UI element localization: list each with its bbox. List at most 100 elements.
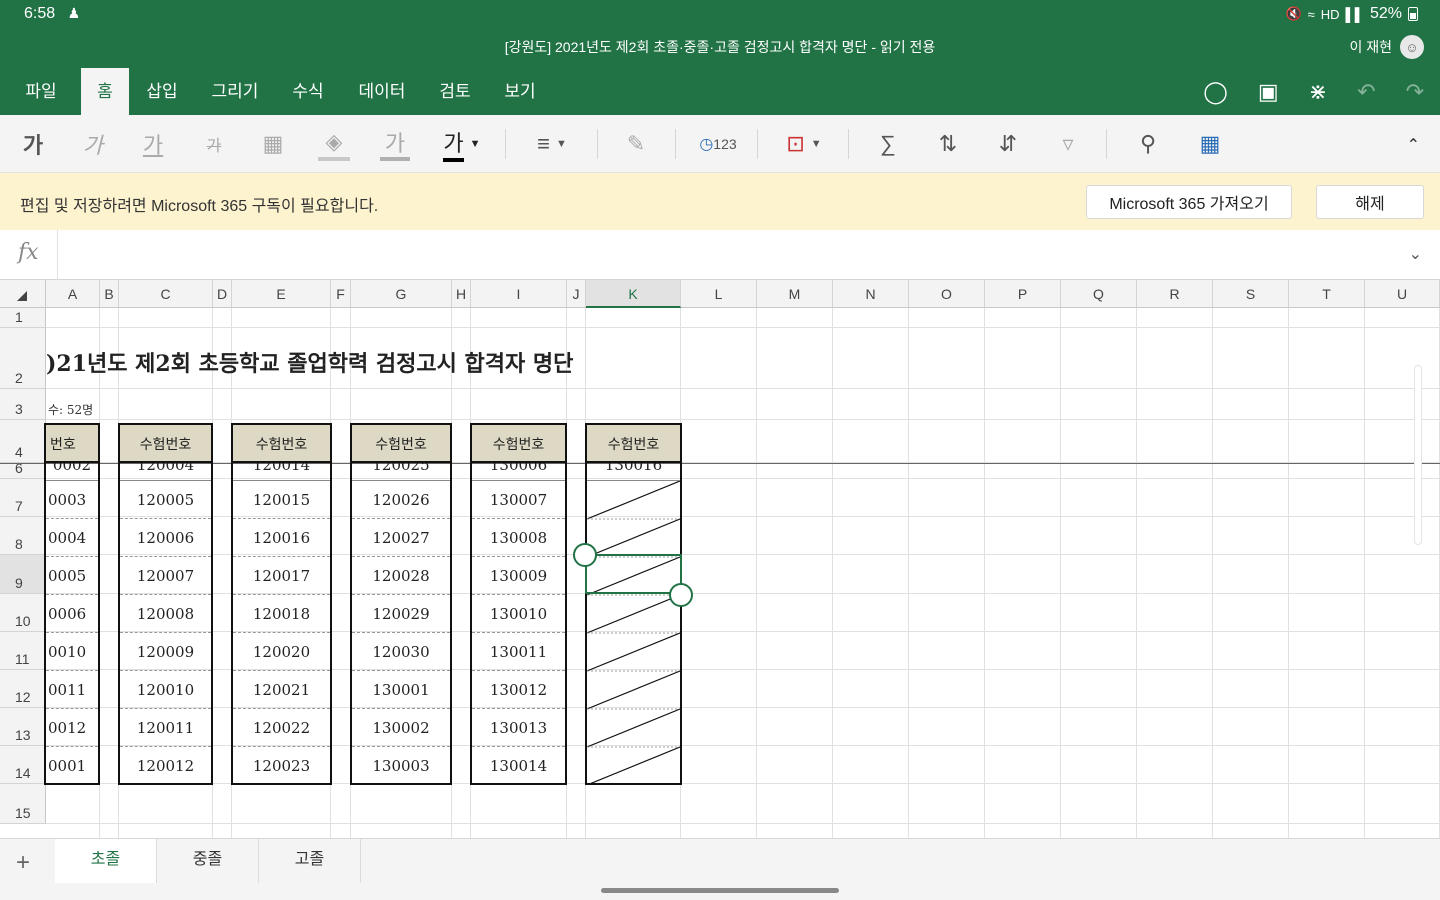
font-color-button[interactable]: 가 [380,127,410,161]
avatar[interactable]: ☺ [1400,35,1424,59]
column-header-c[interactable]: C [119,280,213,308]
exam-number-cell[interactable]: 130010 [472,595,565,633]
column-header-n[interactable]: N [833,280,909,308]
add-sheet-icon[interactable]: + [16,849,30,877]
exam-number-cell[interactable]: 0005 [46,557,98,595]
get-microsoft-365-button[interactable]: Microsoft 365 가져오기 [1086,185,1292,219]
column-header-b[interactable]: B [100,280,119,308]
exam-number-cell[interactable]: 0004 [46,519,98,557]
exam-number-cell[interactable]: 130012 [472,671,565,709]
selection-handle-bottom-right[interactable] [669,583,693,607]
exam-number-cell[interactable]: 130008 [472,519,565,557]
exam-number-cell[interactable]: 120008 [120,595,211,633]
row-header-13[interactable]: 13 [0,708,46,746]
column-header-k[interactable]: K [586,280,681,308]
column-header-j[interactable]: J [567,280,586,308]
font-color-dropdown[interactable]: 가 ▼ [440,127,484,162]
column-header-m[interactable]: M [757,280,833,308]
exam-number-cell[interactable]: 120020 [233,633,330,671]
exam-number-cell[interactable]: 120016 [233,519,330,557]
exam-number-header[interactable]: 번호 [46,425,98,463]
exam-number-cell[interactable]: 120017 [233,557,330,595]
undo-icon[interactable]: ↶ [1357,79,1375,105]
row-header-3[interactable]: 3 [0,389,46,420]
exam-number-cell[interactable]: 130011 [472,633,565,671]
exam-number-cell[interactable]: 0003 [46,481,98,519]
partial-row-cell[interactable]: 120014 [233,463,330,481]
tab-review[interactable]: 검토 [431,68,479,115]
row-header-2[interactable]: 2 [0,328,46,389]
tab-home[interactable]: 홈 [81,68,129,115]
exam-number-cell[interactable]: 130003 [352,747,450,785]
sort-descending-icon[interactable]: ⇵ [992,127,1024,161]
exam-number-header[interactable]: 수험번호 [587,425,680,463]
column-header-l[interactable]: L [681,280,757,308]
column-header-f[interactable]: F [331,280,351,308]
column-header-a[interactable]: A [46,280,100,308]
row-header-7[interactable]: 7 [0,479,46,517]
italic-button[interactable]: 가 [78,127,108,161]
exam-number-cell[interactable]: 0012 [46,709,98,747]
exam-number-cell[interactable]: 120027 [352,519,450,557]
formula-input[interactable] [70,242,1370,268]
tab-insert[interactable]: 삽입 [138,68,186,115]
chevron-down-icon[interactable]: ⌄ [1409,244,1422,264]
exam-number-cell[interactable]: 130014 [472,747,565,785]
strikethrough-button[interactable]: 가 [198,127,230,161]
column-header-o[interactable]: O [909,280,985,308]
partial-row-cell[interactable]: 120025 [352,463,450,481]
exam-number-cell[interactable]: 120012 [120,747,211,785]
exam-number-header[interactable]: 수험번호 [472,425,565,463]
exam-number-cell[interactable]: 120021 [233,671,330,709]
sheet-tab-middle[interactable]: 중졸 [157,839,259,883]
exam-number-cell[interactable]: 130013 [472,709,565,747]
partial-row-cell[interactable]: 0002 [46,463,98,481]
row-header-4[interactable]: 4 [0,420,46,463]
underline-button[interactable]: 가 [138,127,168,161]
column-header-u[interactable]: U [1365,280,1440,308]
row-header-15[interactable]: 15 [0,784,46,824]
partial-row-cell[interactable]: 120004 [120,463,211,481]
exam-number-cell[interactable]: 130009 [472,557,565,595]
row-header-6[interactable]: 6 [0,460,46,479]
exam-number-cell[interactable]: 0001 [46,747,98,785]
column-header-e[interactable]: E [232,280,331,308]
exam-number-cell[interactable]: 130007 [472,481,565,519]
exam-number-header[interactable]: 수험번호 [352,425,450,463]
dismiss-button[interactable]: 해제 [1316,185,1424,219]
chevron-up-icon[interactable]: ⌃ [1407,135,1420,155]
exam-number-cell[interactable]: 120007 [120,557,211,595]
bold-button[interactable]: 가 [18,127,48,161]
exam-number-cell[interactable]: 120023 [233,747,330,785]
sheet-title-cell[interactable]: )21년도 제2회 초등학교 졸업학력 검정고시 합격자 명단 [46,346,746,378]
column-header-i[interactable]: I [471,280,567,308]
row-header-10[interactable]: 10 [0,594,46,632]
exam-number-cell[interactable]: 120010 [120,671,211,709]
exam-number-header[interactable]: 수험번호 [233,425,330,463]
exam-number-cell[interactable]: 120029 [352,595,450,633]
filter-icon[interactable]: ▿ [1052,127,1084,161]
column-header-t[interactable]: T [1289,280,1365,308]
column-header-g[interactable]: G [351,280,452,308]
exam-number-cell[interactable]: 120018 [233,595,330,633]
row-header-8[interactable]: 8 [0,517,46,555]
exam-number-cell[interactable]: 120015 [233,481,330,519]
tab-view[interactable]: 보기 [496,68,544,115]
tab-draw[interactable]: 그리기 [203,68,267,115]
tab-formulas[interactable]: 수식 [284,68,332,115]
exam-number-cell[interactable]: 0006 [46,595,98,633]
exam-number-header[interactable]: 수험번호 [120,425,211,463]
exam-number-cell[interactable]: 130002 [352,709,450,747]
row-header-12[interactable]: 12 [0,670,46,708]
pass-count-cell[interactable]: 수: 52명 [48,401,93,418]
home-indicator[interactable] [601,888,839,893]
fill-color-icon[interactable]: ◈ [318,127,350,161]
column-header-d[interactable]: D [213,280,232,308]
lightbulb-icon[interactable]: ◯ [1203,79,1228,105]
exam-number-cell[interactable]: 120011 [120,709,211,747]
borders-icon[interactable]: ▦ [258,127,288,161]
exam-number-cell[interactable]: 120006 [120,519,211,557]
tab-file[interactable]: 파일 [12,68,70,115]
exam-number-cell[interactable]: 120022 [233,709,330,747]
selection-handle-top-left[interactable] [573,543,597,567]
